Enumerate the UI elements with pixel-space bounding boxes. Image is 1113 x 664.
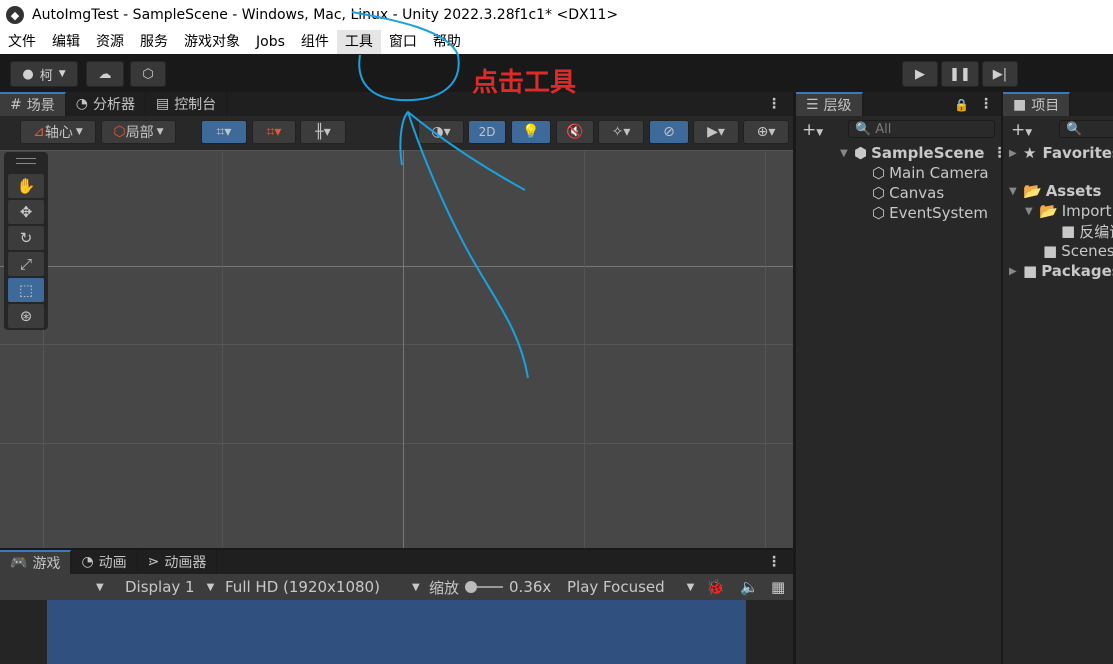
annotation-text: 点击工具 [472, 67, 576, 98]
annotation-arrow-line [407, 111, 529, 379]
annotation-overlay: 点击工具 [351, 11, 576, 379]
annotation-circle [351, 11, 460, 102]
annotation-arrow [399, 110, 526, 191]
